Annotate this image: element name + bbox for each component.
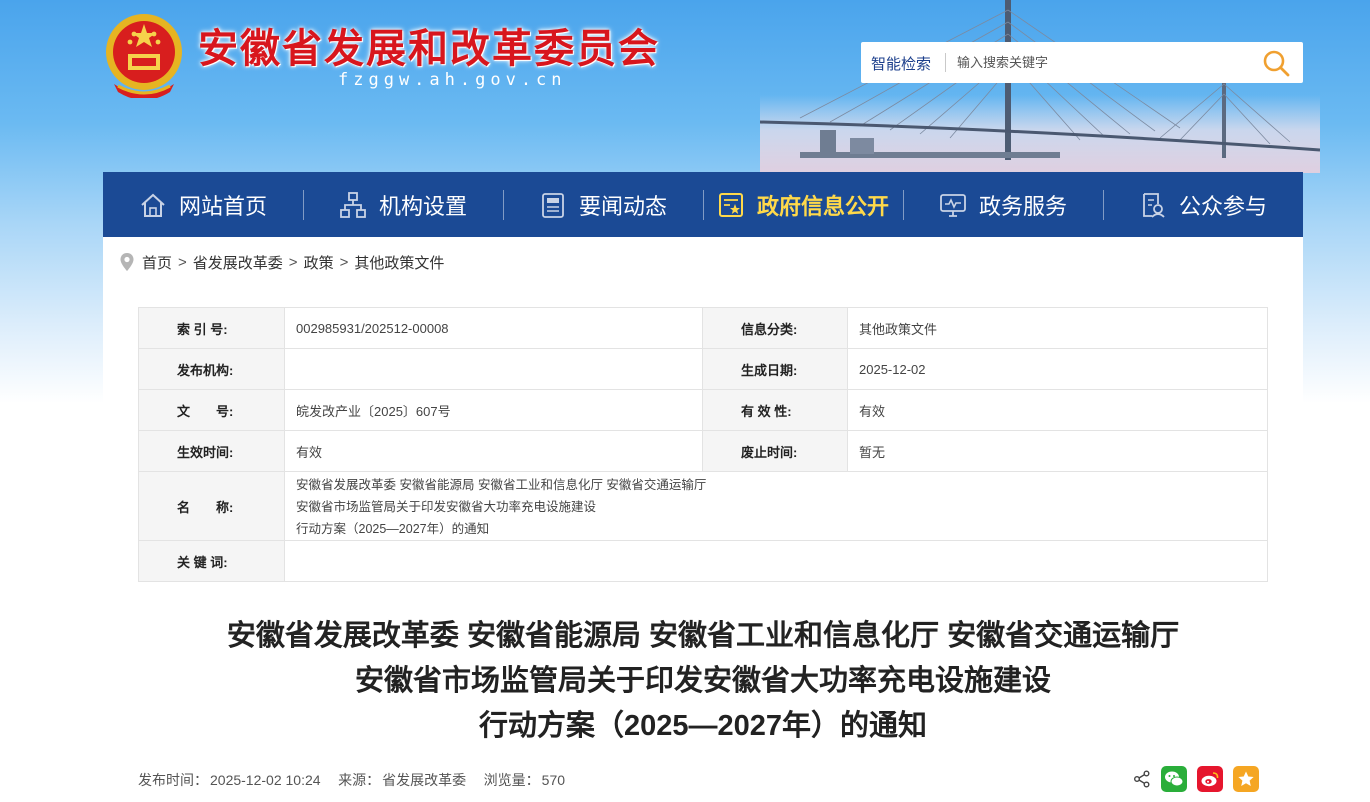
- nav-item-label: 政府信息公开: [756, 193, 889, 219]
- index-number-label: 索 引 号:: [138, 307, 285, 349]
- breadcrumb-separator: >: [288, 253, 298, 271]
- monitor-icon: [940, 193, 966, 217]
- breadcrumb-home[interactable]: 首页: [142, 252, 172, 273]
- info-disclosure-icon: [718, 192, 743, 217]
- created-date-label: 生成日期:: [702, 348, 848, 390]
- title-line: 安徽省发展改革委 安徽省能源局 安徽省工业和信息化厅 安徽省交通运输厅: [226, 620, 1180, 652]
- site-domain: fzggw.ah.gov.cn: [338, 70, 567, 90]
- nav-item-home[interactable]: 网站首页: [103, 172, 303, 237]
- validity-label: 有 效 性:: [702, 389, 848, 431]
- document-meta: 发布时间： 2025-12-02 10:24 来源： 省发展改革委 浏览量： 570: [138, 770, 567, 790]
- nav-item-services[interactable]: 政务服务: [903, 172, 1103, 237]
- breadcrumb-policy[interactable]: 政策: [304, 252, 334, 273]
- publisher-label: 发布机构:: [138, 348, 285, 390]
- info-row: 生效时间: 有效 废止时间: 暂无: [138, 430, 1268, 472]
- source-value: 省发展改革委: [382, 772, 467, 788]
- name-line: 行动方案（2025—2027年）的通知: [296, 522, 490, 536]
- breadcrumb-other-policy[interactable]: 其他政策文件: [354, 252, 444, 273]
- nav-item-info-disclosure[interactable]: 政府信息公开: [703, 172, 903, 237]
- info-row: 关 键 词:: [138, 540, 1268, 582]
- national-emblem-icon: [106, 14, 182, 98]
- category-label: 信息分类:: [702, 307, 848, 349]
- nav-item-label: 网站首页: [178, 193, 267, 219]
- document-info-table: 索 引 号: 002985931/202512-00008 信息分类: 其他政策…: [138, 307, 1268, 582]
- breadcrumb-ndrc[interactable]: 省发展改革委: [193, 252, 283, 273]
- smart-search-label: 智能检索: [871, 56, 932, 73]
- keywords-label: 关 键 词:: [138, 540, 285, 582]
- name-label: 名 称:: [138, 471, 285, 541]
- info-row: 发布机构: 生成日期: 2025-12-02: [138, 348, 1268, 390]
- abolish-time-label: 废止时间:: [702, 430, 848, 472]
- weibo-icon[interactable]: [1197, 766, 1223, 792]
- title-line: 行动方案（2025—2027年）的通知: [478, 710, 928, 742]
- nav-item-label: 公众参与: [1178, 193, 1267, 219]
- doc-number-label: 文 号:: [138, 389, 285, 431]
- favorite-star-icon[interactable]: [1233, 766, 1259, 792]
- nav-item-news[interactable]: 要闻动态: [503, 172, 703, 237]
- nav-item-label: 要闻动态: [578, 193, 667, 219]
- search-box: 智能检索: [861, 42, 1303, 83]
- views-value: 570: [541, 772, 566, 788]
- bridge-illustration: [760, 0, 1320, 160]
- index-number-value: 002985931/202512-00008: [284, 307, 703, 349]
- publish-time-label: 发布时间：: [138, 772, 208, 788]
- nav-item-label: 政务服务: [978, 193, 1067, 219]
- publish-time-value: 2025-12-02 10:24: [210, 772, 321, 788]
- source-label: 来源：: [338, 772, 381, 788]
- category-value: 其他政策文件: [847, 307, 1268, 349]
- location-pin-icon: [120, 253, 134, 271]
- publisher-value: [284, 348, 703, 390]
- keywords-value: [284, 540, 1268, 582]
- news-icon: [542, 192, 564, 218]
- breadcrumb: 首页 > 省发展改革委 > 政策 > 其他政策文件: [119, 251, 444, 273]
- effective-time-value: 有效: [284, 430, 703, 472]
- info-row: 文 号: 皖发改产业〔2025〕607号 有 效 性: 有效: [138, 389, 1268, 431]
- breadcrumb-separator: >: [339, 253, 349, 271]
- home-icon: [141, 193, 165, 217]
- nav-item-organization[interactable]: 机构设置: [303, 172, 503, 237]
- participation-icon: [1143, 192, 1165, 218]
- info-row: 索 引 号: 002985931/202512-00008 信息分类: 其他政策…: [138, 307, 1268, 349]
- title-line: 安徽省市场监管局关于印发安徽省大功率充电设施建设: [354, 665, 1051, 697]
- effective-time-label: 生效时间:: [138, 430, 285, 472]
- name-value: 安徽省发展改革委 安徽省能源局 安徽省工业和信息化厅 安徽省交通运输厅 安徽省市…: [284, 471, 1268, 541]
- search-divider: [945, 53, 946, 72]
- name-line: 安徽省市场监管局关于印发安徽省大功率充电设施建设: [296, 500, 597, 514]
- search-input[interactable]: [957, 50, 1247, 75]
- org-chart-icon: [340, 191, 366, 218]
- main-nav: 网站首页 机构设置 要闻动态 政府信息公开 政务服务 公众参与: [103, 172, 1303, 237]
- wechat-icon[interactable]: [1161, 766, 1187, 792]
- content-card: 首页 > 省发展改革委 > 政策 > 其他政策文件 索 引 号: 0029859…: [103, 237, 1303, 802]
- created-date-value: 2025-12-02: [847, 348, 1268, 390]
- search-icon[interactable]: [1261, 48, 1291, 78]
- nav-item-participation[interactable]: 公众参与: [1103, 172, 1303, 237]
- validity-value: 有效: [847, 389, 1268, 431]
- info-row: 名 称: 安徽省发展改革委 安徽省能源局 安徽省工业和信息化厅 安徽省交通运输厅…: [138, 471, 1268, 541]
- doc-number-value: 皖发改产业〔2025〕607号: [284, 389, 703, 431]
- abolish-time-value: 暂无: [847, 430, 1268, 472]
- breadcrumb-separator: >: [178, 253, 187, 271]
- share-icon[interactable]: [1133, 770, 1151, 788]
- share-bar: [1133, 766, 1259, 792]
- site-title[interactable]: 安徽省发展和改革委员会: [198, 16, 660, 74]
- views-label: 浏览量：: [483, 772, 540, 788]
- nav-item-label: 机构设置: [378, 193, 467, 219]
- document-title: 安徽省发展改革委 安徽省能源局 安徽省工业和信息化厅 安徽省交通运输厅 安徽省市…: [103, 614, 1303, 749]
- name-line: 安徽省发展改革委 安徽省能源局 安徽省工业和信息化厅 安徽省交通运输厅: [296, 478, 707, 492]
